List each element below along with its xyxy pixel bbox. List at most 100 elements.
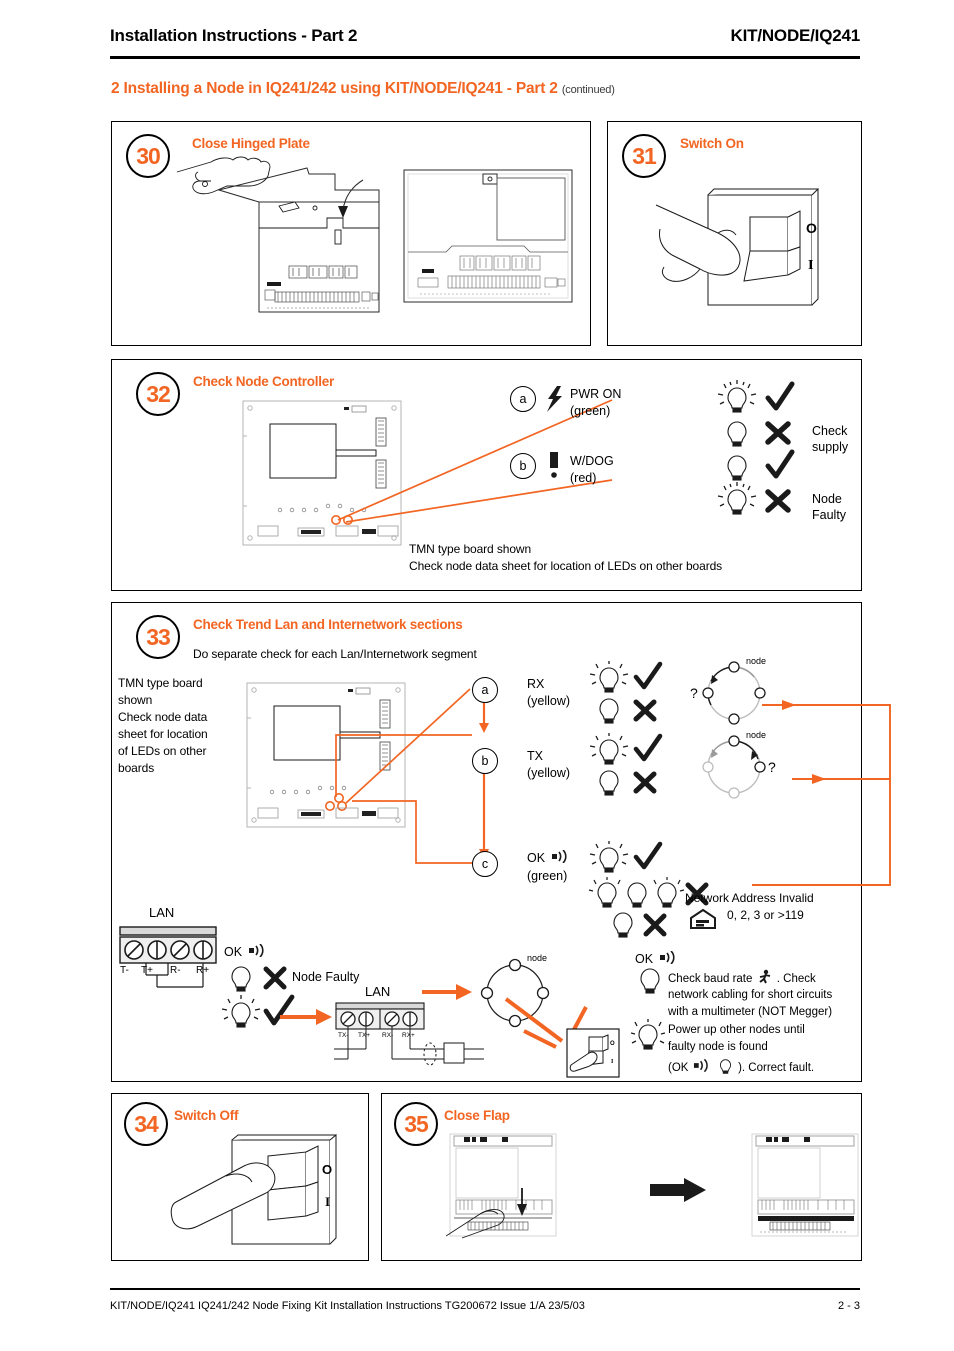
step-title-31: Switch On xyxy=(680,136,744,151)
led-colour-33-rx: (yellow) xyxy=(527,694,571,708)
footer-page-number: 2 - 3 xyxy=(837,1300,860,1312)
lan2-terminal-label-3: RX+ xyxy=(402,1032,415,1039)
callout-marker-33-c: c xyxy=(472,851,498,877)
led-name-ok-text: OK xyxy=(527,851,546,865)
side-note-line-6: boards xyxy=(118,761,155,776)
led-name-33-ok: OK xyxy=(527,849,571,866)
lan-terminal-block-1: T- T+ R- R+ xyxy=(119,926,217,988)
step-number-31: 31 xyxy=(622,134,666,178)
ok-label-advice: OK xyxy=(635,950,679,967)
side-note-33: TMN type board shown Check node data she… xyxy=(118,675,228,777)
advice-line-4: Power up other nodes until xyxy=(668,1024,805,1036)
advice-line-3: with a multimeter (NOT Megger) xyxy=(668,1006,833,1018)
switch-label-off-34: O xyxy=(322,1162,332,1177)
advice-bulb-unlit xyxy=(640,968,660,994)
led-fail-result-32-b: Node Faulty xyxy=(812,492,847,523)
step-panel-33: 33 Check Trend Lan and Internetwork sect… xyxy=(111,602,891,1082)
wireless-icon-lan xyxy=(248,943,264,958)
advice-line-6: (OK ). Correct fault. xyxy=(668,1058,814,1076)
step-number-35: 35 xyxy=(394,1102,438,1146)
close-flap-after-illustration xyxy=(751,1133,859,1237)
ok-label-lan: OK xyxy=(224,943,268,960)
ring-query-rx: ? xyxy=(690,685,698,701)
led-name-33-rx: RX xyxy=(527,677,545,691)
step-title-30: Close Hinged Plate xyxy=(192,136,310,151)
close-flap-before-illustration xyxy=(446,1133,557,1239)
callout-marker-32-b: b xyxy=(510,453,536,479)
led-state-icons-32-a xyxy=(717,380,795,447)
lan2-terminal-label-0: TX- xyxy=(338,1032,348,1039)
header-divider xyxy=(110,56,860,59)
advice-line-5: faulty node is found xyxy=(668,1041,768,1053)
step-number-33: 33 xyxy=(136,615,180,659)
hinged-plate-illustration xyxy=(176,156,380,313)
lan2-terminal-label-1: TX+ xyxy=(358,1032,370,1039)
switch-on-illustration: O I xyxy=(655,187,819,306)
lan-block-title-2: LAN xyxy=(365,984,391,999)
step-title-34: Switch Off xyxy=(174,1108,239,1123)
advice-bulb-lit xyxy=(631,1019,665,1050)
lan-terminal-label-3: R+ xyxy=(196,965,209,976)
arrow-to-lan2 xyxy=(280,1009,332,1025)
manual-book-icon xyxy=(690,908,716,929)
led-state-icons-32-b xyxy=(717,449,795,515)
led-name-32-b: W/DOG xyxy=(570,454,614,468)
step-number-30: 30 xyxy=(126,134,170,178)
ok-text-lan: OK xyxy=(224,945,243,959)
bulb-icon-inline xyxy=(719,1059,731,1074)
lightning-icon xyxy=(547,386,562,412)
closed-plate-illustration xyxy=(403,169,573,303)
led-colour-32-a: (green) xyxy=(570,404,611,418)
document-page: Installation Instructions - Part 2 KIT/N… xyxy=(0,0,954,1351)
step-title-32: Check Node Controller xyxy=(193,374,335,389)
progress-arrow-35 xyxy=(650,1178,706,1202)
lan-terminal-label-0: T- xyxy=(120,965,129,976)
switch-label-on-34: I xyxy=(325,1194,330,1209)
advice-line-2: network cabling for short circuits xyxy=(668,989,833,1001)
runner-icon xyxy=(758,969,770,984)
lan-terminal-label-1: T+ xyxy=(141,965,153,976)
led-colour-33-ok: (green) xyxy=(527,869,568,883)
side-note-line-3: Check node data xyxy=(118,710,208,725)
callout-marker-32-a: a xyxy=(510,386,536,412)
side-note-line-2: shown xyxy=(118,693,153,708)
switch-label-off: O xyxy=(806,220,817,236)
footer-divider xyxy=(110,1288,860,1290)
advice-line-1: Check baud rate . Check xyxy=(668,969,816,987)
switch-label-off-33: O xyxy=(610,1041,615,1047)
arrow-to-ring-bottom xyxy=(422,984,472,1000)
led-name-32-a: PWR ON xyxy=(570,387,622,401)
led-colour-33-tx: (yellow) xyxy=(527,766,571,780)
switch-label-on: I xyxy=(808,258,813,273)
ok-text-advice: OK xyxy=(635,952,654,966)
led-state-icons-33-tx xyxy=(589,733,663,796)
step-panel-32: 32 Check Node Controller a b PWR ON (gre… xyxy=(111,359,862,591)
ring-node-label-bottom: node xyxy=(527,953,547,963)
wireless-icon-advice xyxy=(659,950,675,965)
advice-line-6-suffix: ). Correct fault. xyxy=(738,1062,815,1074)
side-note-line-5: of LEDs on other xyxy=(118,744,207,759)
header-title: Installation Instructions - Part 2 xyxy=(110,26,358,45)
led-colour-32-b: (red) xyxy=(570,471,597,485)
advice-line-1-suffix: . Check xyxy=(776,973,816,985)
network-invalid-line2: 0, 2, 3 or >119 xyxy=(727,908,804,922)
header-product: KIT/NODE/IQ241 xyxy=(730,26,861,45)
callout-marker-33-a: a xyxy=(472,677,498,703)
section-heading: 2 Installing a Node in IQ241/242 using K… xyxy=(111,80,871,98)
switch-off-illustration: O I xyxy=(170,1133,337,1245)
led-name-33-tx: TX xyxy=(527,749,543,763)
step-number-32: 32 xyxy=(136,372,180,416)
network-invalid-line1: Network Address Invalid xyxy=(685,891,814,905)
side-note-line-4: sheet for location xyxy=(118,727,208,742)
callout-marker-33-b: b xyxy=(472,748,498,774)
led-state-icons-33-rx xyxy=(589,661,663,724)
step-number-34: 34 xyxy=(124,1102,168,1146)
section-heading-text: 2 Installing a Node in IQ241/242 using K… xyxy=(111,80,558,97)
step-panel-35: 35 Close Flap xyxy=(381,1093,862,1261)
advice-line-1-text: Check baud rate xyxy=(668,973,753,985)
switch-illustration-33: O I xyxy=(566,1028,620,1078)
wireless-icon-advice-2 xyxy=(693,1058,708,1073)
footer-text: KIT/NODE/IQ241 IQ241/242 Node Fixing Kit… xyxy=(110,1300,585,1312)
exclamation-icon xyxy=(550,452,558,478)
section-continued: (continued) xyxy=(561,84,615,96)
